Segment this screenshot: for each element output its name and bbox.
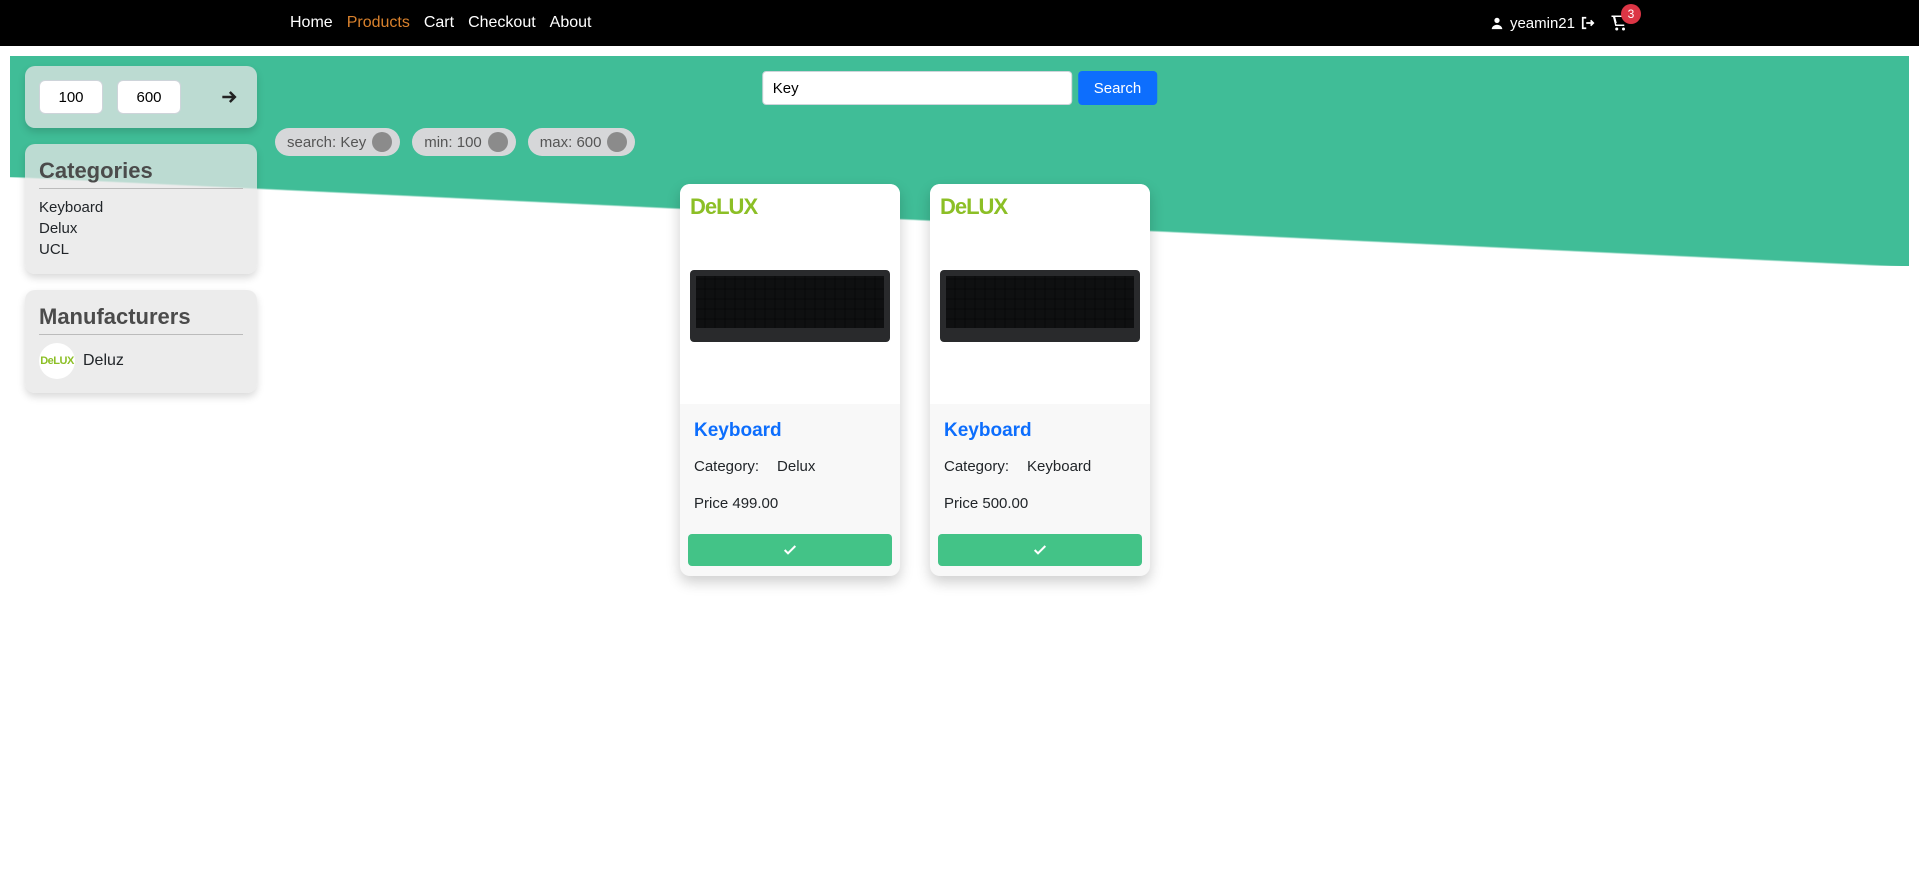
cart-button[interactable]: 3 <box>1609 14 1629 32</box>
category-value: Delux <box>777 458 815 475</box>
nav-right: yeamin21 3 <box>1490 14 1629 32</box>
cart-badge: 3 <box>1621 4 1641 24</box>
brand-logo-icon: DeLUX <box>690 194 757 219</box>
category-label: Category: <box>944 458 1009 475</box>
chip-remove-icon[interactable] <box>372 132 392 152</box>
manufacturers-title: Manufacturers <box>39 304 243 335</box>
manufacturer-item[interactable]: DeLUX Deluz <box>39 343 243 379</box>
logout-icon[interactable] <box>1581 16 1595 30</box>
price-value: 500.00 <box>982 495 1028 512</box>
filter-chips: search: Key min: 100 max: 600 <box>275 128 635 156</box>
navbar: Home Products Cart Checkout About yeamin… <box>0 0 1919 46</box>
keyboard-icon <box>690 270 890 342</box>
chip-remove-icon[interactable] <box>607 132 627 152</box>
brand-logo-icon: DeLUX <box>940 194 1007 219</box>
chip-search: search: Key <box>275 128 400 156</box>
search-bar: Search <box>762 71 1158 105</box>
nav-products[interactable]: Products <box>347 14 410 32</box>
price-label: Price <box>694 495 728 512</box>
add-to-cart-button[interactable] <box>688 534 892 566</box>
nav-links: Home Products Cart Checkout About <box>290 14 591 32</box>
price-max-input[interactable] <box>117 80 181 114</box>
price-value: 499.00 <box>732 495 778 512</box>
price-filter-box <box>25 66 257 128</box>
chip-min: min: 100 <box>412 128 516 156</box>
nav-home[interactable]: Home <box>290 14 333 32</box>
manufacturers-box: Manufacturers DeLUX Deluz <box>25 290 257 393</box>
product-grid: DeLUX Keyboard Category: Delux Price 499… <box>680 184 1150 576</box>
product-card: DeLUX Keyboard Category: Delux Price 499… <box>680 184 900 576</box>
product-card: DeLUX Keyboard Category: Keyboard Price … <box>930 184 1150 576</box>
chip-label: min: 100 <box>424 134 482 151</box>
price-min-input[interactable] <box>39 80 103 114</box>
user-menu[interactable]: yeamin21 <box>1490 15 1595 32</box>
chip-max: max: 600 <box>528 128 636 156</box>
category-item[interactable]: UCL <box>39 239 243 260</box>
chip-label: search: Key <box>287 134 366 151</box>
check-icon <box>1032 542 1048 558</box>
keyboard-icon <box>940 270 1140 342</box>
chip-label: max: 600 <box>540 134 602 151</box>
product-image: DeLUX <box>680 184 900 404</box>
user-icon <box>1490 16 1504 30</box>
manufacturer-logo-icon: DeLUX <box>39 343 75 379</box>
product-name[interactable]: Keyboard <box>944 420 1136 442</box>
sidebar: Categories Keyboard Delux UCL Manufactur… <box>25 66 257 409</box>
check-icon <box>782 542 798 558</box>
category-item[interactable]: Delux <box>39 218 243 239</box>
search-input[interactable] <box>762 71 1072 105</box>
manufacturer-name: Deluz <box>83 352 124 370</box>
category-item[interactable]: Keyboard <box>39 197 243 218</box>
add-to-cart-button[interactable] <box>938 534 1142 566</box>
username: yeamin21 <box>1510 15 1575 32</box>
category-value: Keyboard <box>1027 458 1091 475</box>
nav-cart[interactable]: Cart <box>424 14 454 32</box>
categories-box: Categories Keyboard Delux UCL <box>25 144 257 274</box>
search-button[interactable]: Search <box>1078 71 1158 105</box>
price-label: Price <box>944 495 978 512</box>
nav-checkout[interactable]: Checkout <box>468 14 536 32</box>
product-image: DeLUX <box>930 184 1150 404</box>
product-name[interactable]: Keyboard <box>694 420 886 442</box>
nav-about[interactable]: About <box>550 14 592 32</box>
chip-remove-icon[interactable] <box>488 132 508 152</box>
categories-title: Categories <box>39 158 243 189</box>
category-label: Category: <box>694 458 759 475</box>
apply-price-button[interactable] <box>219 87 239 107</box>
